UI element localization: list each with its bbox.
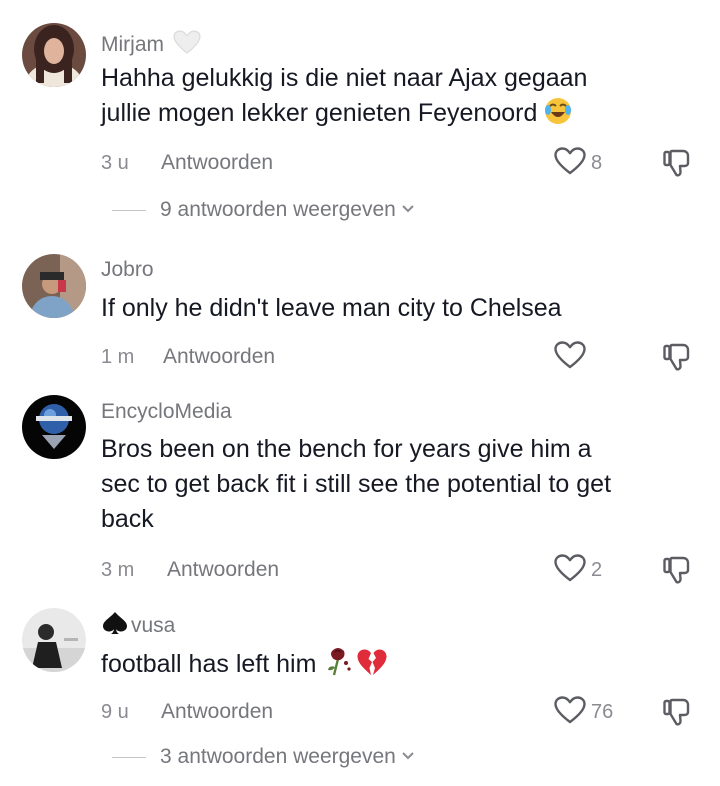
heart-outline-icon (553, 146, 587, 181)
avatar[interactable] (22, 23, 86, 87)
comment-time: 9 u (101, 701, 129, 723)
comment-text-line: jullie mogen lekker genieten Feyenoord (101, 99, 538, 127)
comment-text-line: If only he didn't leave man city to Chel… (101, 294, 562, 322)
thumbs-down-icon[interactable] (661, 341, 693, 373)
comment-text-line: Bros been on the bench for years give hi… (101, 435, 592, 463)
heart-outline-icon (553, 553, 587, 588)
view-replies-label: 9 antwoorden weergeven (160, 198, 396, 221)
comment-time: 3 u (101, 152, 129, 174)
comment-text-line: Hahha gelukkig is die niet naar Ajax geg… (101, 64, 588, 92)
chevron-down-icon (401, 748, 415, 766)
wilted-rose-icon (322, 645, 354, 687)
username[interactable]: Mirjam (101, 29, 202, 61)
comment-text: If only he didn't leave man city to Chel… (101, 291, 701, 326)
avatar[interactable] (22, 254, 86, 318)
like-count: 76 (591, 700, 614, 723)
like-button[interactable]: 8 (553, 146, 603, 181)
like-button[interactable] (553, 340, 591, 375)
comment-text-line: sec to get back fit i still see the pote… (101, 470, 612, 498)
username-text: Mirjam (101, 33, 164, 56)
comment-item: Jobro If only he didn't leave man city t… (0, 240, 720, 390)
username-text: vusa (131, 614, 176, 637)
comment-time: 1 m (101, 346, 135, 368)
view-replies-label: 3 antwoorden weergeven (160, 745, 396, 768)
comments-list: Mirjam Hahha gelukkig is die niet naar A… (0, 0, 720, 786)
reply-button[interactable]: Antwoorden (163, 345, 275, 369)
comment-text-line: football has left him (101, 650, 317, 678)
comment-time: 3 m (101, 559, 135, 581)
view-replies-button[interactable]: 3 antwoorden weergeven (112, 742, 415, 772)
comment-text: football has left him (101, 645, 701, 687)
spade-icon (101, 611, 129, 641)
reply-button[interactable]: Antwoorden (167, 558, 279, 582)
white-heart-icon (172, 29, 202, 61)
heart-outline-icon (553, 695, 587, 730)
comment-text-line: back (101, 505, 154, 533)
divider (112, 209, 146, 211)
reply-button[interactable]: Antwoorden (161, 700, 273, 724)
avatar[interactable] (22, 395, 86, 459)
like-button[interactable]: 76 (553, 695, 614, 730)
heart-outline-icon (553, 340, 587, 375)
chevron-down-icon (401, 201, 415, 219)
username-text: EncycloMedia (101, 400, 232, 423)
comment-item: EncycloMedia Bros been on the bench for … (0, 390, 720, 600)
username-text: Jobro (101, 258, 154, 281)
face-with-tears-of-joy-icon (543, 96, 573, 136)
avatar[interactable] (22, 608, 86, 672)
like-count: 8 (591, 151, 603, 174)
thumbs-down-icon[interactable] (661, 554, 693, 586)
comment-item: vusa football has left him 9 u Antwoorde… (0, 600, 720, 786)
view-replies-button[interactable]: 9 antwoorden weergeven (112, 195, 415, 225)
like-button[interactable]: 2 (553, 553, 603, 588)
comment-text: Bros been on the bench for years give hi… (101, 432, 701, 537)
username[interactable]: EncycloMedia (101, 400, 232, 424)
username[interactable]: vusa (101, 611, 175, 641)
comment-text: Hahha gelukkig is die niet naar Ajax geg… (101, 61, 701, 136)
reply-button[interactable]: Antwoorden (161, 151, 273, 175)
divider (112, 756, 146, 758)
like-count: 2 (591, 558, 603, 581)
thumbs-down-icon[interactable] (661, 696, 693, 728)
broken-heart-icon (356, 647, 388, 687)
comment-item: Mirjam Hahha gelukkig is die niet naar A… (0, 0, 720, 240)
thumbs-down-icon[interactable] (661, 147, 693, 179)
username[interactable]: Jobro (101, 258, 154, 282)
